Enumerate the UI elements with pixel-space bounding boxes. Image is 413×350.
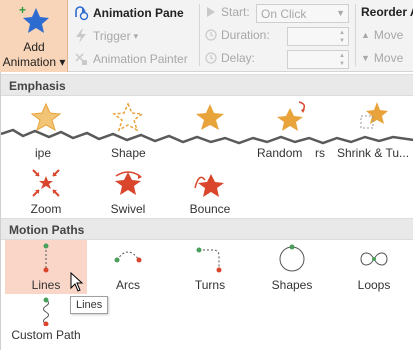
lightning-icon — [76, 29, 86, 43]
swivel-icon — [115, 171, 142, 195]
delay-spinner[interactable]: ▲ ▼ — [287, 50, 349, 69]
loops-path-icon — [360, 252, 388, 266]
mouse-cursor-icon — [70, 272, 84, 292]
svg-text:+: + — [19, 3, 26, 17]
shapes-path-icon — [279, 244, 305, 272]
emphasis-row-1-labels: ipe Shape Random rs Shrink & Tu... — [1, 146, 413, 162]
duration-label-group: Duration: — [205, 28, 270, 42]
effect-label: rs — [315, 146, 325, 160]
spinner-up-icon[interactable]: ▲ — [339, 53, 345, 59]
path-arcs[interactable]: Arcs — [87, 240, 169, 292]
reorder-label: Reorder A — [361, 5, 413, 19]
clock-icon — [205, 29, 217, 41]
animations-ribbon: + Add Animation ▾ Animation Pane Trigger… — [0, 0, 413, 72]
shapes-label: Shapes — [271, 278, 313, 292]
animation-pane-label: Animation Pane — [93, 6, 184, 20]
path-loops[interactable]: Loops — [333, 240, 413, 292]
zoom-icon — [32, 169, 60, 197]
move-earlier-button[interactable]: ▲ Move — [361, 28, 403, 42]
animation-painter-label: Animation Painter — [93, 52, 188, 66]
animation-pane-icon — [75, 6, 89, 21]
spinner-up-icon[interactable]: ▲ — [339, 30, 345, 36]
move-earlier-label: Move — [373, 28, 404, 42]
add-animation-label-2: Animation — [2, 55, 56, 69]
add-animation-label-1: Add — [23, 40, 45, 54]
combo-arrow-icon: ▼ — [336, 8, 345, 18]
lines-path-icon — [43, 243, 49, 273]
triangle-up-icon: ▲ — [361, 30, 370, 40]
effect-zoom[interactable]: Zoom — [5, 166, 87, 216]
custom-path-label: Custom Path — [11, 328, 81, 342]
effect-bounce[interactable]: Bounce — [169, 166, 251, 216]
trigger-label: Trigger — [93, 29, 131, 43]
emphasis-header: Emphasis — [1, 74, 413, 96]
turns-path-icon — [196, 247, 222, 273]
trigger-button[interactable]: Trigger ▾ — [73, 28, 138, 44]
move-later-label: Move — [373, 51, 404, 65]
swivel-label: Swivel — [110, 202, 146, 216]
star-icon: + — [19, 3, 49, 33]
play-icon — [207, 7, 215, 17]
arcs-label: Arcs — [116, 278, 140, 292]
motion-paths-header: Motion Paths — [1, 218, 413, 240]
start-value: On Click — [261, 7, 307, 21]
clock-icon — [205, 52, 217, 64]
loops-label: Loops — [357, 278, 391, 292]
start-label: Start: — [221, 5, 250, 19]
effect-swivel[interactable]: Swivel — [87, 166, 169, 216]
animation-pane-button[interactable]: Animation Pane — [73, 5, 184, 21]
animation-painter-button[interactable]: Animation Painter — [73, 51, 188, 67]
ribbon-divider — [355, 4, 356, 66]
spinner-down-icon[interactable]: ▼ — [339, 38, 345, 44]
path-shapes[interactable]: Shapes — [251, 240, 333, 292]
start-label-group: Start: — [205, 5, 250, 19]
tooltip: Lines — [70, 296, 109, 314]
spinner-down-icon[interactable]: ▼ — [339, 61, 345, 67]
animation-gallery: Emphasis ipe Shape Random rs Shrink & Tu… — [0, 72, 413, 350]
duration-label: Duration: — [221, 28, 270, 42]
zoom-label: Zoom — [30, 202, 62, 216]
bounce-icon — [194, 174, 224, 197]
bounce-label: Bounce — [189, 202, 231, 216]
start-select[interactable]: On Click ▼ — [256, 4, 349, 23]
painter-icon — [75, 53, 87, 65]
triangle-down-icon: ▼ — [361, 53, 370, 63]
path-turns[interactable]: Turns — [169, 240, 251, 292]
delay-label: Delay: — [221, 51, 256, 65]
move-later-button[interactable]: ▼ Move — [361, 51, 403, 65]
arcs-path-icon — [114, 251, 142, 263]
duration-spinner[interactable]: ▲ ▼ — [287, 27, 349, 46]
effect-label: ipe — [35, 146, 52, 160]
effect-label: Shape — [111, 146, 146, 160]
delay-label-group: Delay: — [205, 51, 255, 65]
trigger-arrow: ▾ — [133, 30, 139, 41]
add-animation-button[interactable]: + Add Animation ▾ — [0, 0, 68, 72]
custom-path-icon — [43, 297, 49, 326]
ribbon-divider — [199, 4, 200, 66]
effect-label: Random — [257, 146, 303, 160]
turns-label: Turns — [194, 278, 226, 292]
effect-label: Shrink & Tu... — [337, 146, 410, 160]
chevron-down-icon: ▾ — [59, 55, 66, 69]
